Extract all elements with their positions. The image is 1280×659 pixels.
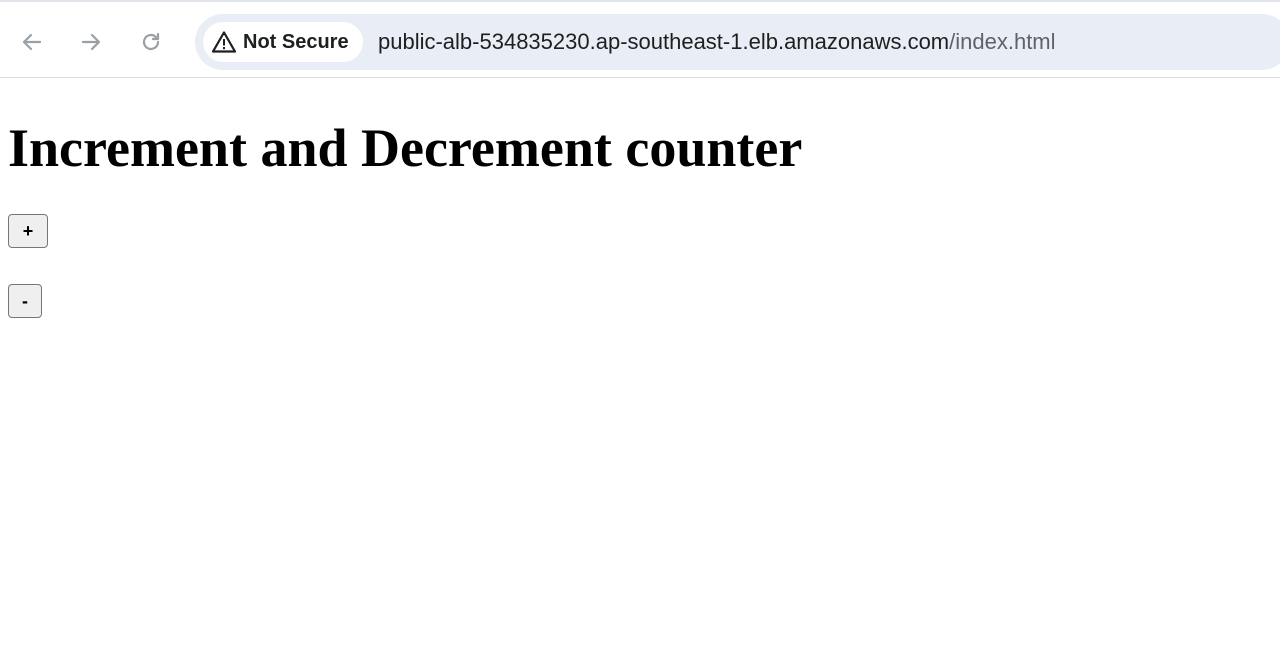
decrement-button[interactable]: - xyxy=(8,284,42,318)
forward-button[interactable] xyxy=(71,22,111,62)
increment-button[interactable]: + xyxy=(8,214,48,248)
warning-triangle-icon xyxy=(211,29,237,55)
url-path: /index.html xyxy=(949,29,1056,54)
browser-toolbar: Not Secure public-alb-534835230.ap-south… xyxy=(0,0,1280,78)
security-indicator[interactable]: Not Secure xyxy=(203,22,363,62)
address-bar[interactable]: Not Secure public-alb-534835230.ap-south… xyxy=(195,14,1280,70)
arrow-right-icon xyxy=(81,33,101,51)
url-host: public-alb-534835230.ap-southeast-1.elb.… xyxy=(378,29,950,54)
reload-button[interactable] xyxy=(131,22,171,62)
page-title: Increment and Decrement counter xyxy=(8,118,803,178)
back-button[interactable] xyxy=(12,22,52,62)
url-text[interactable]: public-alb-534835230.ap-southeast-1.elb.… xyxy=(378,28,1056,56)
security-label: Not Secure xyxy=(243,30,349,53)
arrow-left-icon xyxy=(22,33,42,51)
reload-icon xyxy=(142,32,160,51)
